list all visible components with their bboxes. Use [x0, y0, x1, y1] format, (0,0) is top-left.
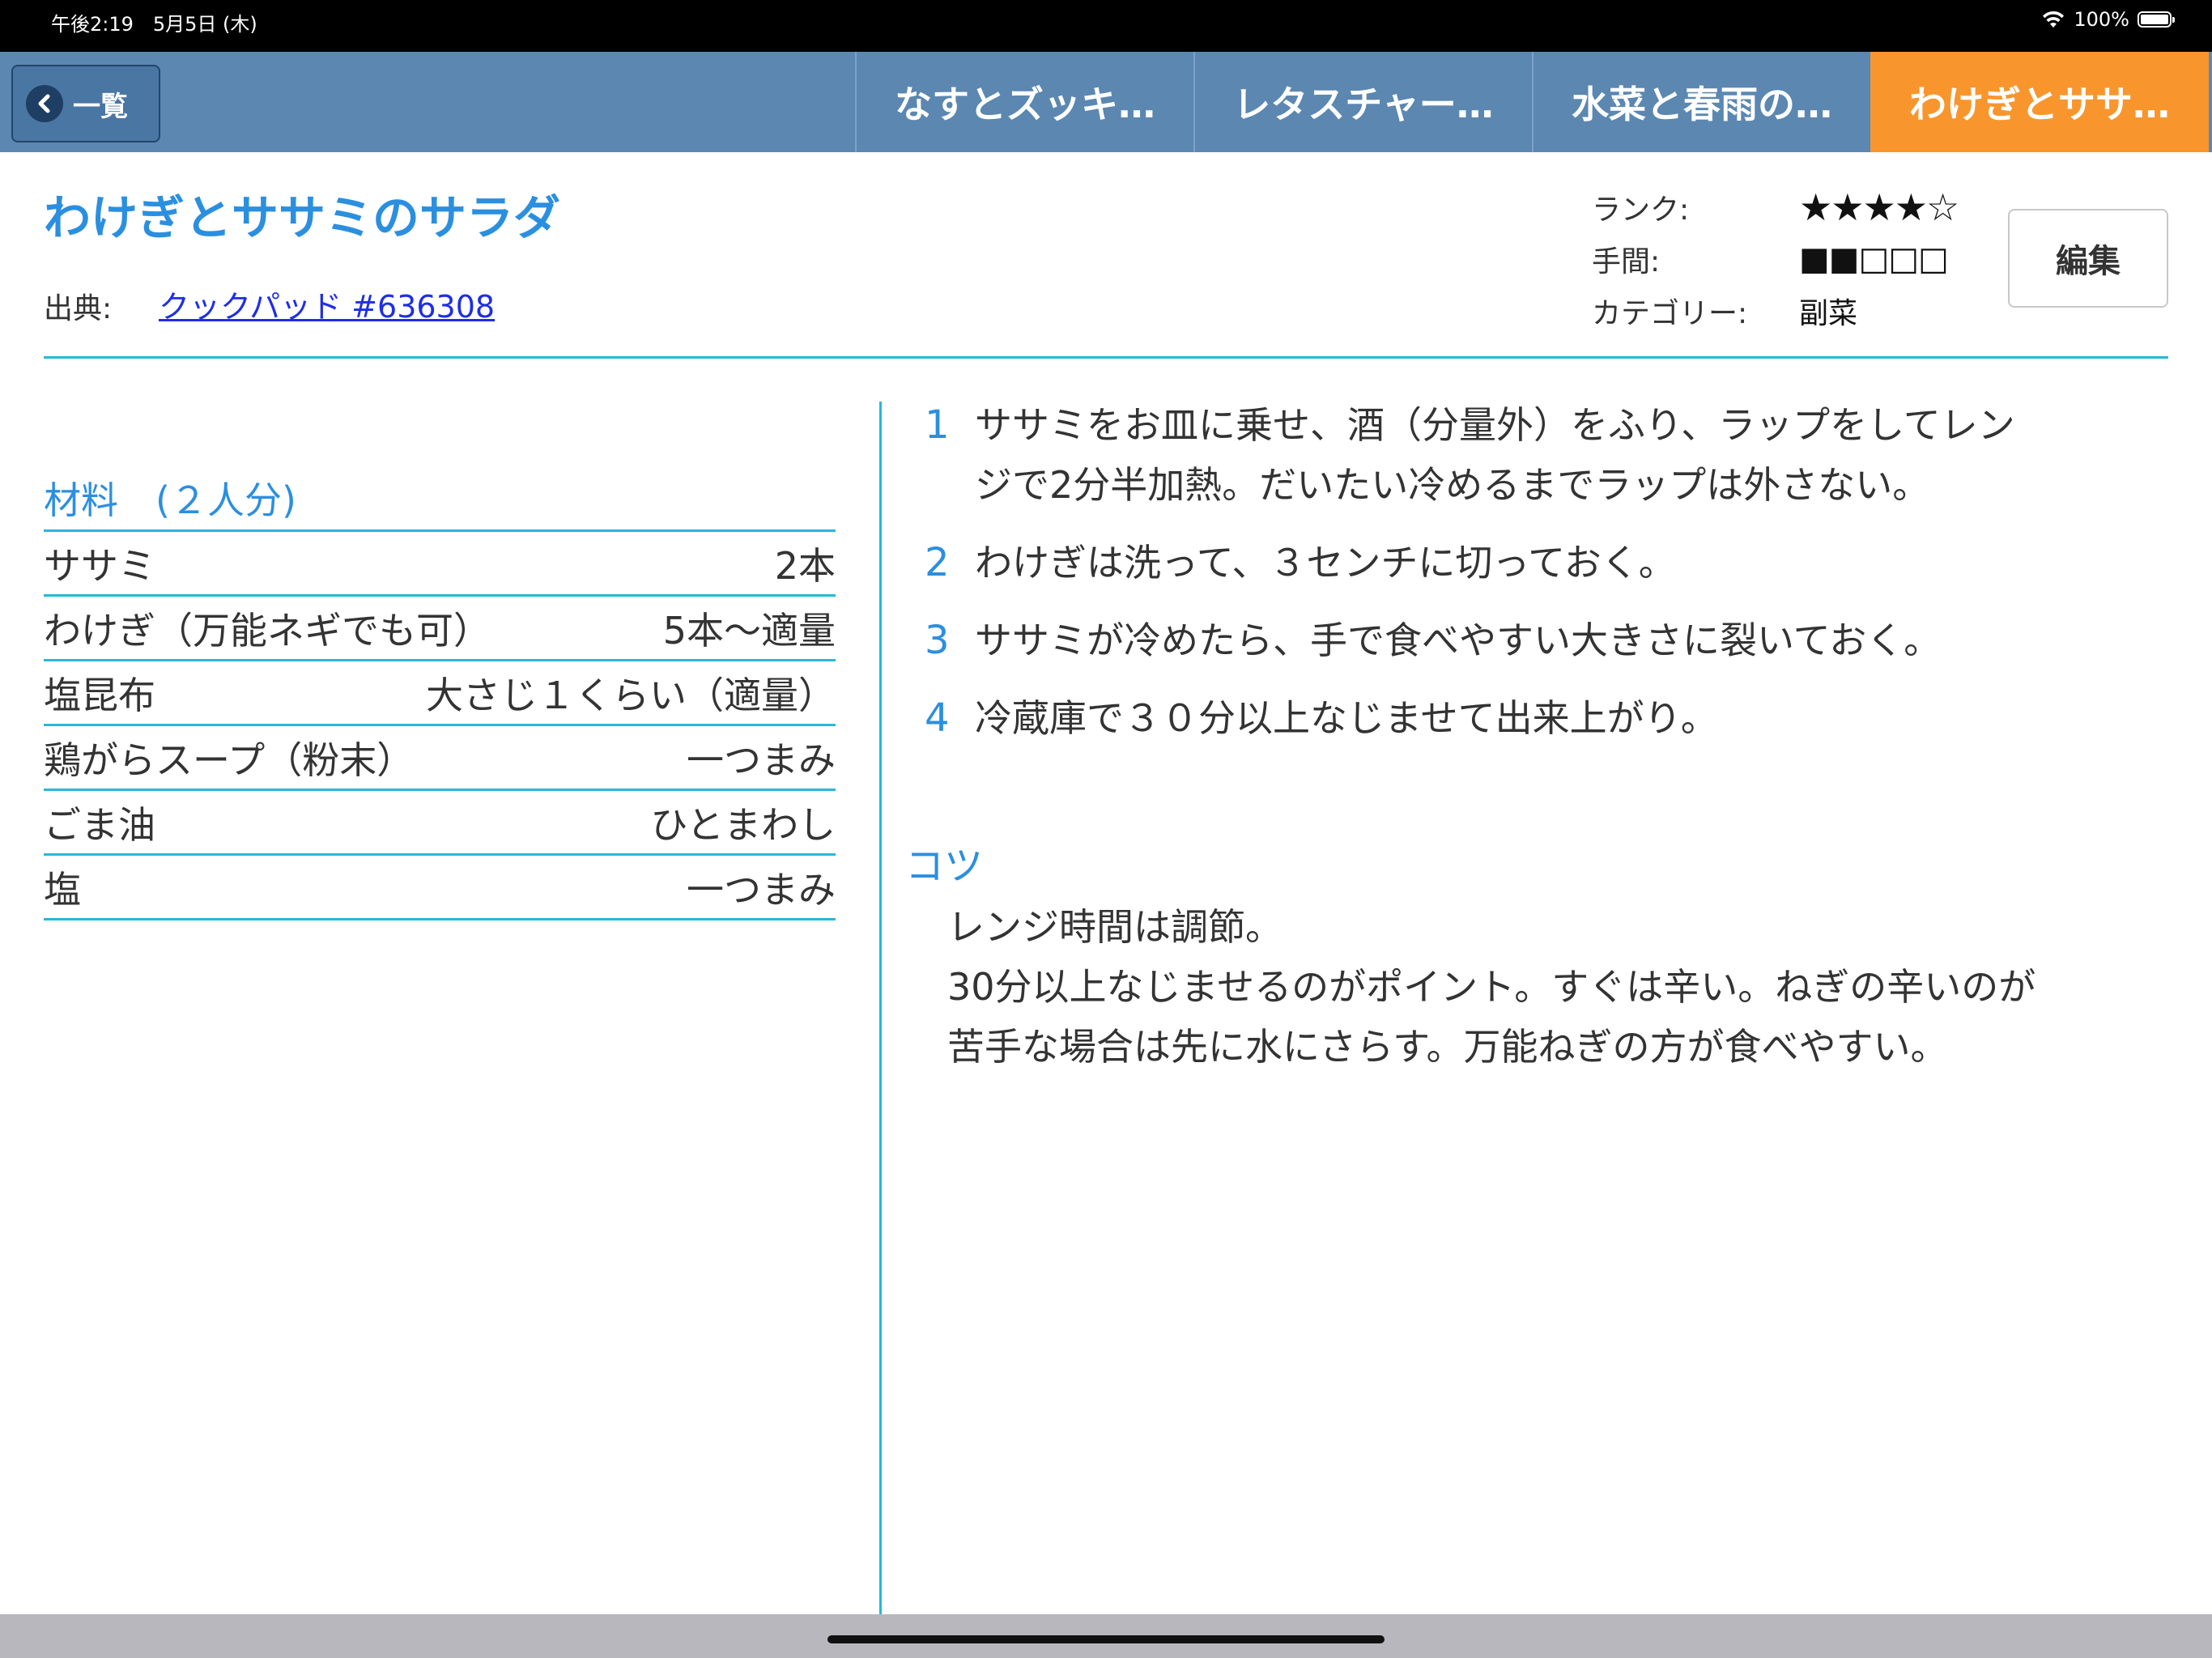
ingredient-name: わけぎ（万能ネギでも可） [44, 608, 491, 653]
step-line: ササミをお皿に乗せ、酒（分量外）をふり、ラップをしてレン [975, 403, 2015, 447]
ingredients-heading: 材料 (２人分) [44, 471, 836, 532]
category-value: 副菜 [1799, 297, 1858, 330]
step-line: ササミが冷めたら、手で食べやすい大きさに裂いておく。 [975, 619, 1942, 662]
bottom-bar [0, 1614, 2212, 1658]
ingredient-name: ごま油 [44, 802, 155, 847]
battery-percent: 100% [2074, 8, 2129, 31]
battery-icon [2138, 11, 2175, 28]
tips-heading: コツ [905, 844, 984, 889]
edit-button[interactable]: 編集 [2008, 209, 2168, 308]
nav-bar: 一覧 なすとズッキ… レタスチャー… 水菜と春雨の… わけぎとササ… [0, 52, 2212, 152]
ingredient-qty: ひとまわし [650, 802, 836, 847]
recipe-meta: ランク: ★★★★☆ 手間: ■■□□□ カテゴリー: 副菜 [1592, 181, 1959, 337]
column-divider [879, 402, 882, 1616]
effort-label: 手間: [1592, 245, 1661, 278]
home-indicator[interactable] [827, 1635, 1385, 1643]
ingredients-section: 材料 (２人分) ササミ 2本 わけぎ（万能ネギでも可） 5本〜適量 塩昆布 大… [44, 471, 836, 920]
step-number: 4 [925, 695, 950, 741]
ingredient-row: ごま油 ひとまわし [44, 791, 836, 856]
ingredient-name: 塩 [44, 867, 81, 912]
steps-section: 1 ササミをお皿に乗せ、酒（分量外）をふり、ラップをしてレン ジで2分半加熱。だ… [920, 395, 2150, 766]
ingredient-row: 塩昆布 大さじ１くらい（適量） [44, 661, 836, 726]
step-item: 3 ササミが冷めたら、手で食べやすい大きさに裂いておく。 [920, 610, 2150, 670]
wifi-icon [2043, 11, 2065, 28]
source-link[interactable]: クックパッド #636308 [159, 282, 495, 326]
effort-row: 手間: ■■□□□ [1592, 233, 1958, 285]
step-text: 冷蔵庫で３０分以上なじませて出来上がり。 [975, 688, 1718, 748]
step-item: 2 わけぎは洗って、３センチに切っておく。 [920, 533, 2150, 593]
ingredient-qty: 一つまみ [687, 738, 836, 782]
ingredient-name: 鶏がらスープ（粉末） [44, 738, 415, 782]
step-number: 3 [925, 618, 950, 663]
tab-recipe-3[interactable]: 水菜と春雨の… [1532, 52, 1870, 152]
tips-line: 苦手な場合は先に水にさらす。万能ねぎの方が食べやすい。 [947, 1025, 1948, 1069]
status-time: 午後2:19 5月5日 (木) [51, 13, 257, 36]
chevron-left-icon [26, 85, 63, 122]
ingredient-qty: 大さじ１くらい（適量） [426, 673, 836, 717]
ingredient-qty: 5本〜適量 [662, 608, 836, 653]
ingredient-row: わけぎ（万能ネギでも可） 5本〜適量 [44, 597, 836, 661]
back-button[interactable]: 一覧 [11, 65, 160, 142]
ingredient-qty: 一つまみ [687, 867, 836, 912]
ingredient-row: ササミ 2本 [44, 532, 836, 597]
ingredient-name: ササミ [44, 543, 155, 588]
category-row: カテゴリー: 副菜 [1592, 285, 1958, 337]
tips-line: レンジ時間は調節。 [947, 905, 1283, 949]
step-line: 冷蔵庫で３０分以上なじませて出来上がり。 [975, 696, 1718, 740]
ingredient-qty: 2本 [774, 543, 836, 588]
ingredient-name: 塩昆布 [44, 673, 155, 717]
rank-stars: ★★★★☆ [1799, 185, 1959, 229]
tab-recipe-4-active[interactable]: わけぎとササ… [1870, 52, 2209, 152]
category-label: カテゴリー: [1592, 297, 1748, 330]
step-text: わけぎは洗って、３センチに切っておく。 [975, 533, 1676, 593]
status-bar: 午後2:19 5月5日 (木) 100% [0, 0, 2212, 52]
step-text: ササミをお皿に乗せ、酒（分量外）をふり、ラップをしてレン ジで2分半加熱。だいた… [975, 395, 2015, 515]
tab-recipe-2[interactable]: レタスチャー… [1193, 52, 1532, 152]
step-line: ジで2分半加熱。だいたい冷めるまでラップは外さない。 [975, 463, 1930, 507]
status-right: 100% [2041, 7, 2175, 32]
step-item: 4 冷蔵庫で３０分以上なじませて出来上がり。 [920, 688, 2150, 748]
effort-squares: ■■□□□ [1799, 240, 1949, 278]
tips-body: レンジ時間は調節。 30分以上なじませるのがポイント。すぐは辛い。ねぎの辛いのが… [947, 897, 2146, 1077]
tab-recipe-1[interactable]: なすとズッキ… [855, 52, 1193, 152]
source-label: 出典: [44, 292, 113, 325]
recipe-title: わけぎとササミのサラダ [44, 190, 561, 245]
back-button-label: 一覧 [73, 90, 128, 123]
tips-line: 30分以上なじませるのがポイント。すぐは辛い。ねぎの辛いのが [947, 965, 2036, 1009]
ingredient-row: 塩 一つまみ [44, 856, 836, 920]
step-item: 1 ササミをお皿に乗せ、酒（分量外）をふり、ラップをしてレン ジで2分半加熱。だ… [920, 395, 2150, 515]
header-divider [44, 356, 2168, 359]
ingredient-row: 鶏がらスープ（粉末） 一つまみ [44, 726, 836, 791]
step-number: 1 [925, 402, 950, 448]
step-number: 2 [925, 540, 950, 585]
step-text: ササミが冷めたら、手で食べやすい大きさに裂いておく。 [975, 610, 1941, 670]
rank-label: ランク: [1592, 193, 1690, 227]
recipe-tabs: なすとズッキ… レタスチャー… 水菜と春雨の… わけぎとササ… [855, 52, 2209, 152]
step-line: わけぎは洗って、３センチに切っておく。 [975, 541, 1676, 585]
rank-row: ランク: ★★★★☆ [1592, 181, 1959, 233]
